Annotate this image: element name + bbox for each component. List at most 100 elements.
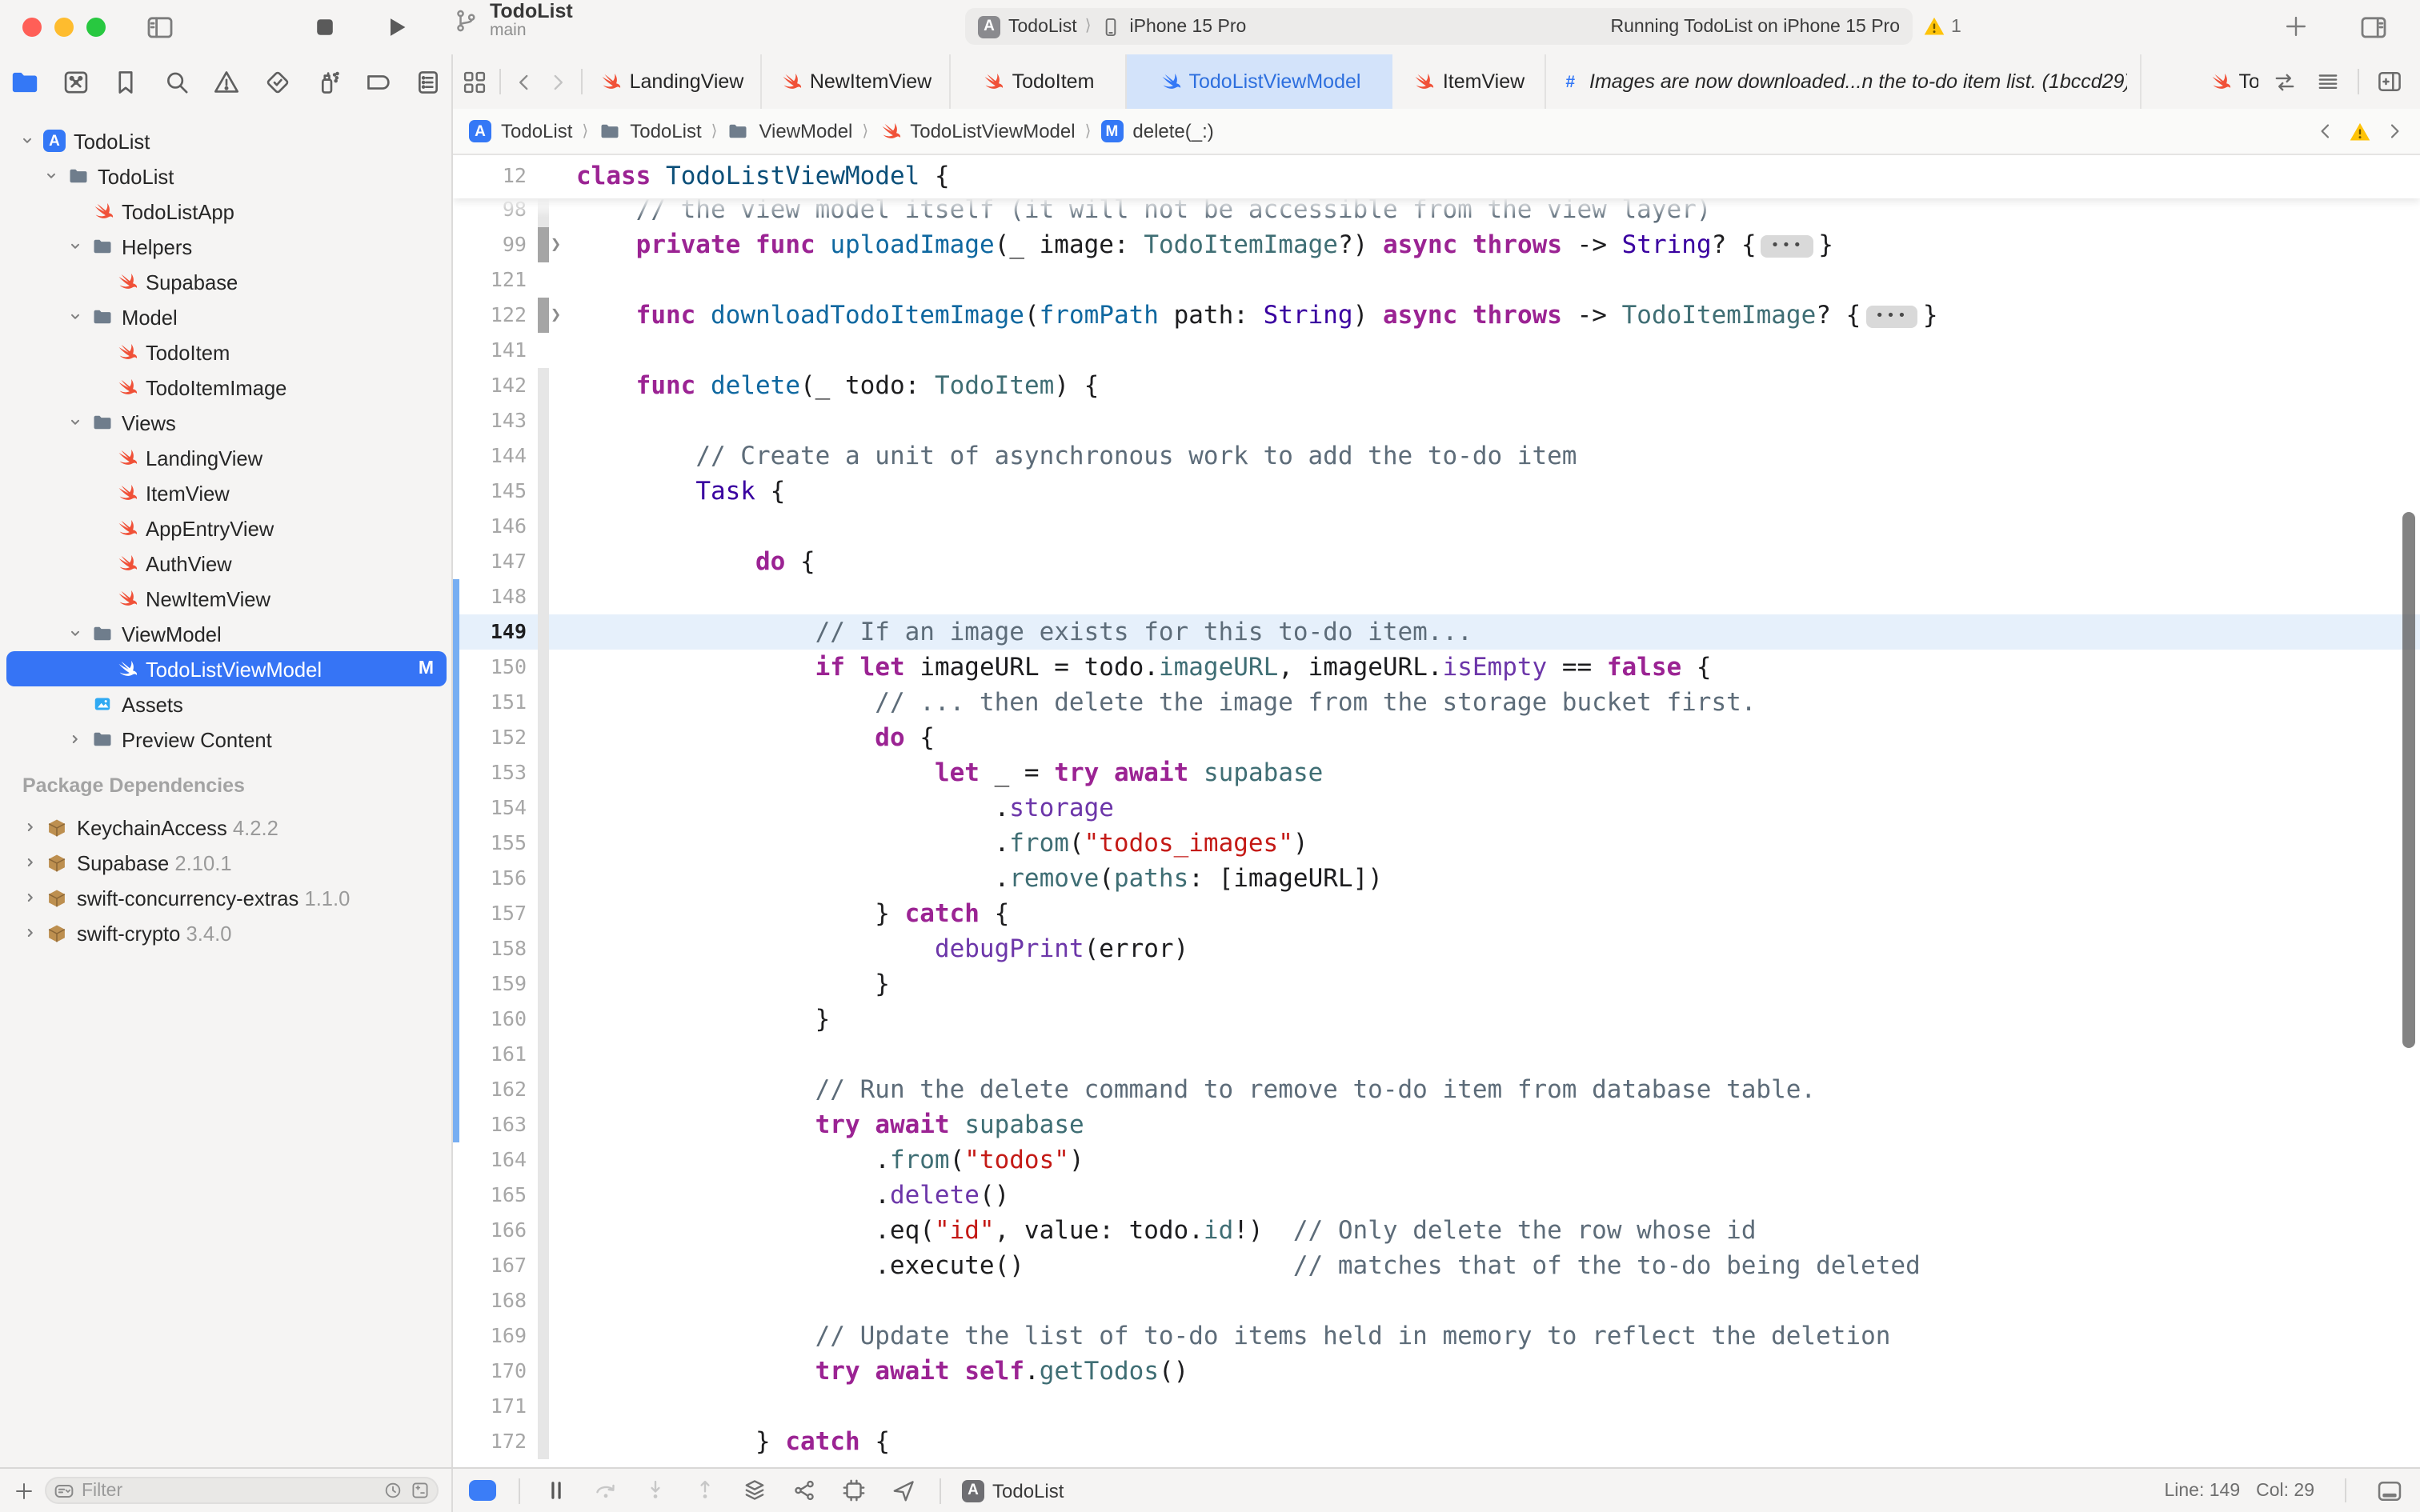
fold-ribbon[interactable] bbox=[538, 614, 549, 650]
sidebar-item-todolist[interactable]: TodoList bbox=[0, 158, 453, 194]
line-number[interactable]: 141 bbox=[453, 333, 527, 368]
line-number[interactable]: 142 bbox=[453, 368, 527, 403]
code-line[interactable]: 121 bbox=[453, 262, 2420, 298]
fold-ribbon[interactable] bbox=[538, 861, 549, 896]
disclosure-down-icon[interactable] bbox=[43, 168, 59, 184]
location-icon[interactable] bbox=[890, 1477, 917, 1504]
scheme-selector[interactable]: A TodoList ⟩ iPhone 15 Pro Running TodoL… bbox=[965, 8, 1913, 45]
code-line[interactable]: 151 // ... then delete the image from th… bbox=[453, 685, 2420, 720]
code-line[interactable]: 162 // Run the delete command to remove … bbox=[453, 1072, 2420, 1107]
reports-navigator-icon[interactable] bbox=[413, 66, 443, 97]
code-line[interactable]: 146 bbox=[453, 509, 2420, 544]
recent-files-icon[interactable] bbox=[383, 1480, 403, 1501]
editor-tab[interactable]: NewItemView bbox=[762, 54, 951, 109]
breakpoints-navigator-icon[interactable] bbox=[363, 66, 393, 97]
fold-ribbon[interactable] bbox=[538, 755, 549, 790]
next-issue-icon[interactable] bbox=[2385, 122, 2404, 141]
line-number[interactable]: 166 bbox=[453, 1213, 527, 1248]
step-over-icon[interactable] bbox=[592, 1477, 619, 1504]
fold-ribbon[interactable] bbox=[538, 509, 549, 544]
close-window-button[interactable] bbox=[22, 18, 42, 37]
line-number[interactable]: 159 bbox=[453, 966, 527, 1002]
code-line[interactable]: 161 bbox=[453, 1037, 2420, 1072]
sidebar-item-preview-content[interactable]: Preview Content bbox=[0, 722, 453, 757]
fold-ribbon[interactable] bbox=[538, 1248, 549, 1283]
editor-scrollbar[interactable] bbox=[2402, 512, 2415, 1048]
fold-ribbon[interactable] bbox=[538, 1424, 549, 1459]
warning-icon[interactable] bbox=[1922, 14, 1946, 38]
tab-overview-icon[interactable] bbox=[461, 68, 488, 95]
sidebar-item-appentryview[interactable]: AppEntryView bbox=[0, 510, 453, 546]
sidebar-package-supabase[interactable]: Supabase 2.10.1 bbox=[0, 845, 453, 880]
line-number[interactable]: 172 bbox=[453, 1424, 527, 1459]
code-line[interactable]: 142 func delete(_ todo: TodoItem) { bbox=[453, 368, 2420, 403]
sidebar-item-todolist[interactable]: ATodoList bbox=[0, 123, 453, 158]
scheme-destination[interactable]: iPhone 15 Pro bbox=[1130, 17, 1247, 36]
disclosure-down-icon[interactable] bbox=[19, 133, 35, 149]
fold-ribbon[interactable] bbox=[538, 1389, 549, 1424]
line-number[interactable]: 147 bbox=[453, 544, 527, 579]
sidebar-item-model[interactable]: Model bbox=[0, 299, 453, 334]
sidebar-item-landingview[interactable]: LandingView bbox=[0, 440, 453, 475]
line-number[interactable]: 170 bbox=[453, 1354, 527, 1389]
editor-tab[interactable]: ItemView bbox=[1392, 54, 1546, 109]
breakpoints-toggle-button[interactable] bbox=[469, 1480, 496, 1501]
code-line[interactable]: 165 .delete() bbox=[453, 1178, 2420, 1213]
line-number[interactable]: 163 bbox=[453, 1107, 527, 1142]
line-number[interactable]: 149 bbox=[453, 614, 527, 650]
sidebar-item-views[interactable]: Views bbox=[0, 405, 453, 440]
sidebar-item-todolistviewmodel[interactable]: TodoListViewModelM bbox=[0, 651, 453, 686]
fold-ribbon[interactable] bbox=[538, 403, 549, 438]
line-number[interactable]: 155 bbox=[453, 826, 527, 861]
disclosure-down-icon[interactable] bbox=[67, 414, 83, 430]
toggle-inspector-icon[interactable] bbox=[2358, 11, 2390, 43]
sidebar-item-helpers[interactable]: Helpers bbox=[0, 229, 453, 264]
code-folded-chip[interactable]: ••• bbox=[1865, 306, 1918, 328]
code-line[interactable]: 122❯ func downloadTodoItemImage(fromPath… bbox=[453, 298, 2420, 333]
go-forward-icon[interactable] bbox=[547, 71, 568, 92]
code-folded-chip[interactable]: ••• bbox=[1761, 235, 1814, 258]
fold-ribbon[interactable] bbox=[538, 1283, 549, 1318]
line-number[interactable]: 153 bbox=[453, 755, 527, 790]
breadcrumb-item[interactable]: ViewModel bbox=[759, 120, 852, 142]
code-line[interactable]: 143 bbox=[453, 403, 2420, 438]
sidebar-package-keychainaccess[interactable]: KeychainAccess 4.2.2 bbox=[0, 810, 453, 845]
line-number[interactable]: 122 bbox=[453, 298, 527, 333]
add-tab-button[interactable] bbox=[2282, 13, 2310, 40]
fold-ribbon[interactable] bbox=[538, 1318, 549, 1354]
line-number[interactable]: 157 bbox=[453, 896, 527, 931]
editor-tab[interactable]: TodoListViewModel bbox=[1127, 54, 1392, 109]
go-back-icon[interactable] bbox=[514, 71, 535, 92]
editor-tab[interactable]: TodoItem bbox=[951, 54, 1127, 109]
fold-ribbon[interactable] bbox=[538, 790, 549, 826]
fold-chevron-icon[interactable]: ❯ bbox=[551, 298, 567, 333]
line-number[interactable]: 144 bbox=[453, 438, 527, 474]
line-number[interactable]: 99 bbox=[453, 227, 527, 262]
toggle-navigator-icon[interactable] bbox=[144, 11, 176, 43]
tests-navigator-icon[interactable] bbox=[262, 66, 292, 97]
fold-ribbon[interactable] bbox=[538, 720, 549, 755]
zoom-window-button[interactable] bbox=[86, 18, 106, 37]
breadcrumb-item[interactable]: TodoListViewModel bbox=[910, 120, 1075, 142]
sidebar-item-itemview[interactable]: ItemView bbox=[0, 475, 453, 510]
fold-ribbon[interactable] bbox=[538, 1072, 549, 1107]
disclosure-down-icon[interactable] bbox=[67, 626, 83, 642]
stop-button[interactable] bbox=[314, 16, 336, 38]
add-editor-icon[interactable] bbox=[2375, 67, 2404, 96]
code-line[interactable]: 152 do { bbox=[453, 720, 2420, 755]
toggle-debug-area-icon[interactable] bbox=[2375, 1476, 2404, 1505]
fold-ribbon[interactable] bbox=[538, 1037, 549, 1072]
line-number[interactable]: 158 bbox=[453, 931, 527, 966]
code-line[interactable]: 149 // If an image exists for this to-do… bbox=[453, 614, 2420, 650]
fold-ribbon[interactable] bbox=[538, 1354, 549, 1389]
fold-ribbon[interactable] bbox=[538, 544, 549, 579]
fold-ribbon[interactable] bbox=[538, 1107, 549, 1142]
scheme-app-name[interactable]: TodoList bbox=[1008, 17, 1077, 36]
line-number[interactable]: 161 bbox=[453, 1037, 527, 1072]
disclosure-right-icon[interactable] bbox=[22, 925, 38, 941]
code-line[interactable]: 12class TodoListViewModel { bbox=[453, 158, 2420, 194]
fold-ribbon[interactable] bbox=[538, 826, 549, 861]
step-into-icon[interactable] bbox=[642, 1477, 669, 1504]
disclosure-down-icon[interactable] bbox=[67, 238, 83, 254]
line-number[interactable]: 121 bbox=[453, 262, 527, 298]
